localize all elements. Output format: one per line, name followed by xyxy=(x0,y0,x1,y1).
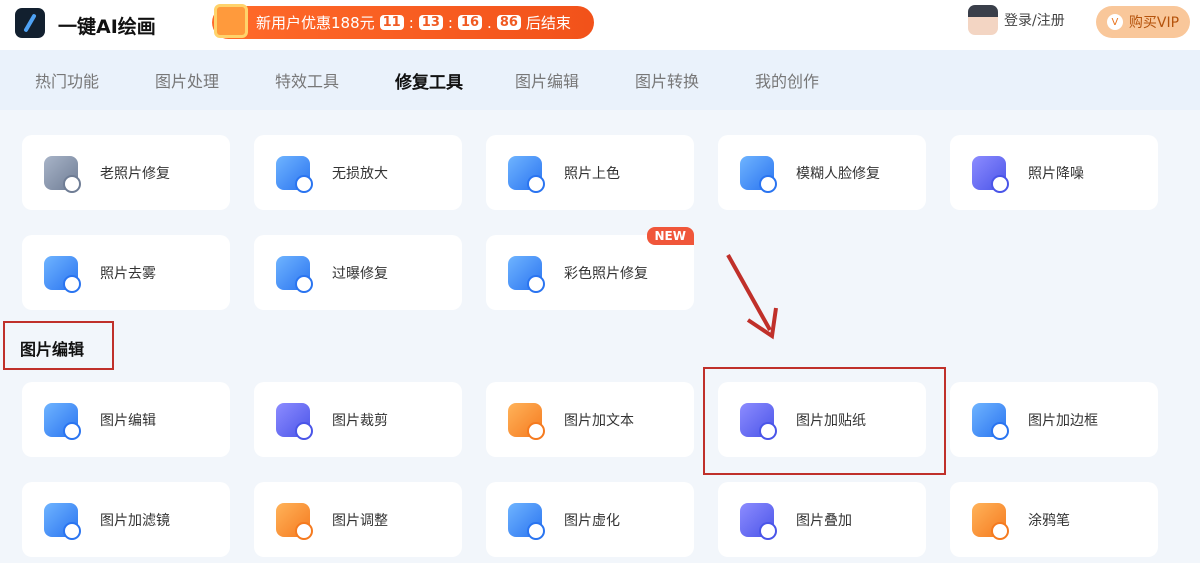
tab-6[interactable]: 我的创作 xyxy=(755,50,875,110)
tool-icon xyxy=(740,155,777,193)
tool-icon xyxy=(972,402,1009,440)
highlight-box-section xyxy=(3,321,114,370)
avatar xyxy=(968,5,998,35)
tool-card[interactable]: 照片降噪 xyxy=(950,135,1158,210)
tool-icon xyxy=(508,402,545,440)
tool-label: 彩色照片修复 xyxy=(564,265,648,282)
timer-minutes: 13 xyxy=(418,15,443,30)
promo-suffix: 后结束 xyxy=(525,14,571,32)
tool-card[interactable]: 图片叠加 xyxy=(718,482,926,557)
tab-1[interactable]: 图片处理 xyxy=(155,50,275,110)
category-tabs: 热门功能 图片处理 特效工具 修复工具 图片编辑 图片转换 我的创作 xyxy=(0,50,1200,110)
tool-card[interactable]: 图片加滤镜 xyxy=(22,482,230,557)
tool-icon xyxy=(276,155,313,193)
tool-label: 照片降噪 xyxy=(1028,165,1084,182)
tool-card[interactable]: 图片虚化 xyxy=(486,482,694,557)
tool-label: 图片调整 xyxy=(332,512,388,529)
tool-card[interactable]: 过曝修复 xyxy=(254,235,462,310)
timer-hours: 11 xyxy=(379,15,404,30)
highlight-box-sticker xyxy=(703,367,946,475)
tab-3[interactable]: 修复工具 xyxy=(395,50,515,110)
tool-label: 图片加文本 xyxy=(564,412,634,429)
tool-icon xyxy=(972,155,1009,193)
logo-icon[interactable] xyxy=(15,8,45,38)
tab-0[interactable]: 热门功能 xyxy=(35,50,155,110)
vip-label: 购买VIP xyxy=(1128,15,1180,31)
tool-card[interactable]: 图片编辑 xyxy=(22,382,230,457)
tool-label: 模糊人脸修复 xyxy=(796,165,880,182)
tab-4[interactable]: 图片编辑 xyxy=(515,50,635,110)
buy-vip-button[interactable]: V 购买VIP xyxy=(1096,6,1190,38)
login-button[interactable]: 登录/注册 xyxy=(968,5,1065,35)
tool-label: 图片叠加 xyxy=(796,512,852,529)
tool-card[interactable]: 无损放大 xyxy=(254,135,462,210)
tool-card[interactable]: 照片上色 xyxy=(486,135,694,210)
tool-icon xyxy=(276,255,313,293)
tool-card[interactable]: 图片调整 xyxy=(254,482,462,557)
tool-icon xyxy=(276,502,313,540)
tool-label: 过曝修复 xyxy=(332,265,388,282)
tab-2[interactable]: 特效工具 xyxy=(275,50,395,110)
tool-icon xyxy=(508,155,545,193)
tool-icon xyxy=(508,255,545,293)
header: 一键AI绘画 新用户优惠188元 11: 13: 16. 86 后结束 登录/注… xyxy=(0,0,1200,50)
tool-card[interactable]: 图片裁剪 xyxy=(254,382,462,457)
tool-label: 图片加滤镜 xyxy=(100,512,170,529)
tool-label: 照片上色 xyxy=(564,165,620,182)
tool-icon xyxy=(44,402,81,440)
tool-label: 无损放大 xyxy=(332,165,388,182)
timer-ms: 86 xyxy=(496,15,521,30)
tool-label: 涂鸦笔 xyxy=(1028,512,1070,529)
tool-icon xyxy=(44,502,81,540)
tool-card[interactable]: 彩色照片修复 NEW xyxy=(486,227,694,310)
tool-icon xyxy=(508,502,545,540)
gift-icon xyxy=(214,4,248,38)
promo-banner[interactable]: 新用户优惠188元 11: 13: 16. 86 后结束 xyxy=(212,4,594,39)
tab-5[interactable]: 图片转换 xyxy=(635,50,755,110)
login-label: 登录/注册 xyxy=(1004,13,1065,29)
tool-icon xyxy=(276,402,313,440)
promo-text: 新用户优惠188元 xyxy=(256,14,375,32)
timer-seconds: 16 xyxy=(457,15,483,30)
tool-label: 老照片修复 xyxy=(100,165,170,182)
tool-icon xyxy=(44,155,81,193)
tool-icon xyxy=(740,502,777,540)
brand-name[interactable]: 一键AI绘画 xyxy=(58,12,156,39)
tool-label: 图片编辑 xyxy=(100,412,156,429)
vip-icon: V xyxy=(1106,14,1123,30)
new-badge: NEW xyxy=(646,227,694,245)
tool-label: 图片裁剪 xyxy=(332,412,388,429)
tool-label: 图片加边框 xyxy=(1028,412,1098,429)
tool-icon xyxy=(972,502,1009,540)
tool-label: 图片虚化 xyxy=(564,512,620,529)
arrow-icon xyxy=(726,254,778,340)
tool-card[interactable]: 模糊人脸修复 xyxy=(718,135,926,210)
tool-card[interactable]: 照片去雾 xyxy=(22,235,230,310)
tool-card[interactable]: 图片加文本 xyxy=(486,382,694,457)
tool-label: 照片去雾 xyxy=(100,265,156,282)
tool-card[interactable]: 老照片修复 xyxy=(22,135,230,210)
tool-card[interactable]: 图片加边框 xyxy=(950,382,1158,457)
tool-card[interactable]: 涂鸦笔 xyxy=(950,482,1158,557)
tool-icon xyxy=(44,255,81,293)
